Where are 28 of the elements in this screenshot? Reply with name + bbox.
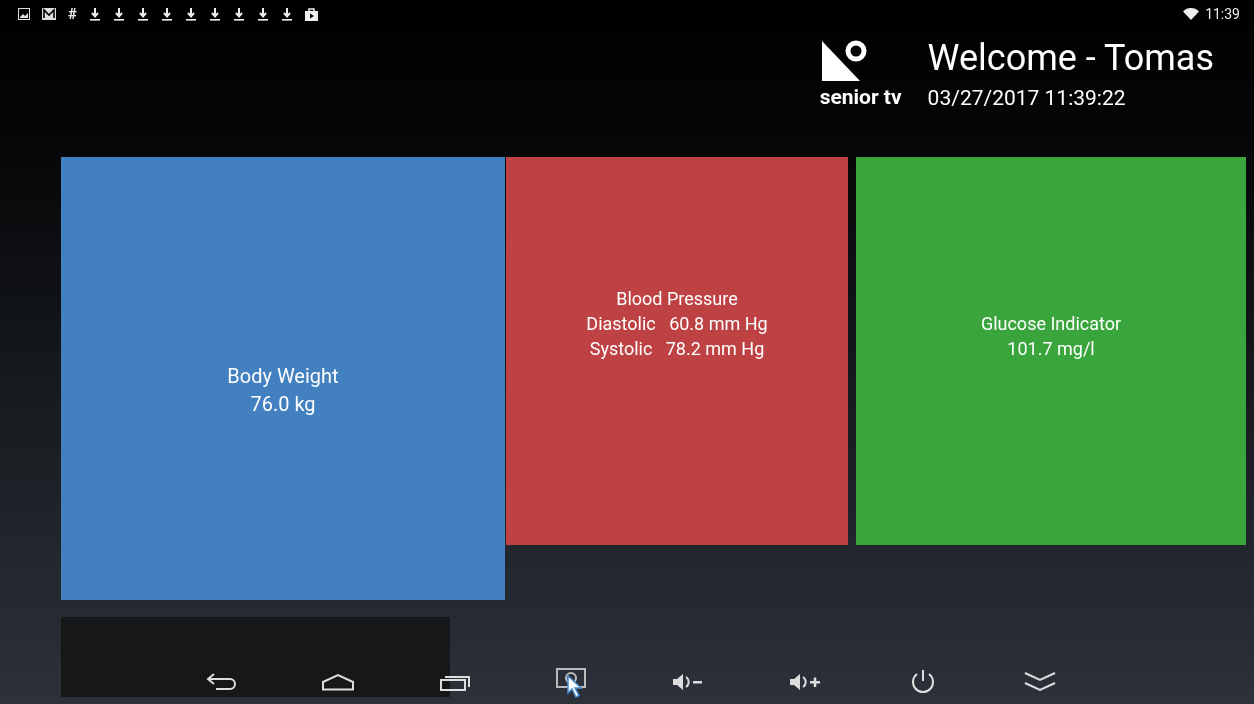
download-icon [208, 7, 221, 21]
back-icon[interactable] [205, 672, 236, 692]
collapse-icon[interactable] [1023, 671, 1056, 693]
download-icon [136, 7, 149, 21]
date-time: 03/27/2017 11:39:22 [927, 86, 1127, 110]
image-icon [18, 8, 30, 20]
recents-icon[interactable] [439, 673, 470, 691]
health-tile[interactable]: Blood Pressure Diastolic 60.8 mm Hg Systolic 78.2 mm Hg [506, 157, 848, 545]
volume-up-icon[interactable] [788, 673, 823, 691]
download-icon [184, 7, 197, 21]
download-icon [232, 7, 245, 21]
screenshot-icon[interactable] [555, 666, 588, 698]
shopping-bag-icon [304, 7, 318, 21]
mail-icon [42, 8, 56, 20]
download-icon [280, 7, 293, 21]
download-icon [112, 7, 125, 21]
health-tile[interactable]: Glucose Indicator 101.7 mg/l [856, 157, 1246, 545]
download-icon [256, 7, 269, 21]
logo-icon [819, 39, 868, 83]
notification-symbol: # [68, 7, 77, 21]
logo-text: senior tv [819, 85, 902, 109]
download-icon [160, 7, 173, 21]
health-tile[interactable]: Body Weight 76.0 kg [61, 157, 505, 600]
home-icon[interactable] [321, 673, 354, 691]
clock: 11:39 [1205, 6, 1240, 22]
wifi-icon [1183, 8, 1200, 20]
welcome-title: Welcome - Tomas [927, 36, 1214, 80]
download-icon [88, 7, 101, 21]
